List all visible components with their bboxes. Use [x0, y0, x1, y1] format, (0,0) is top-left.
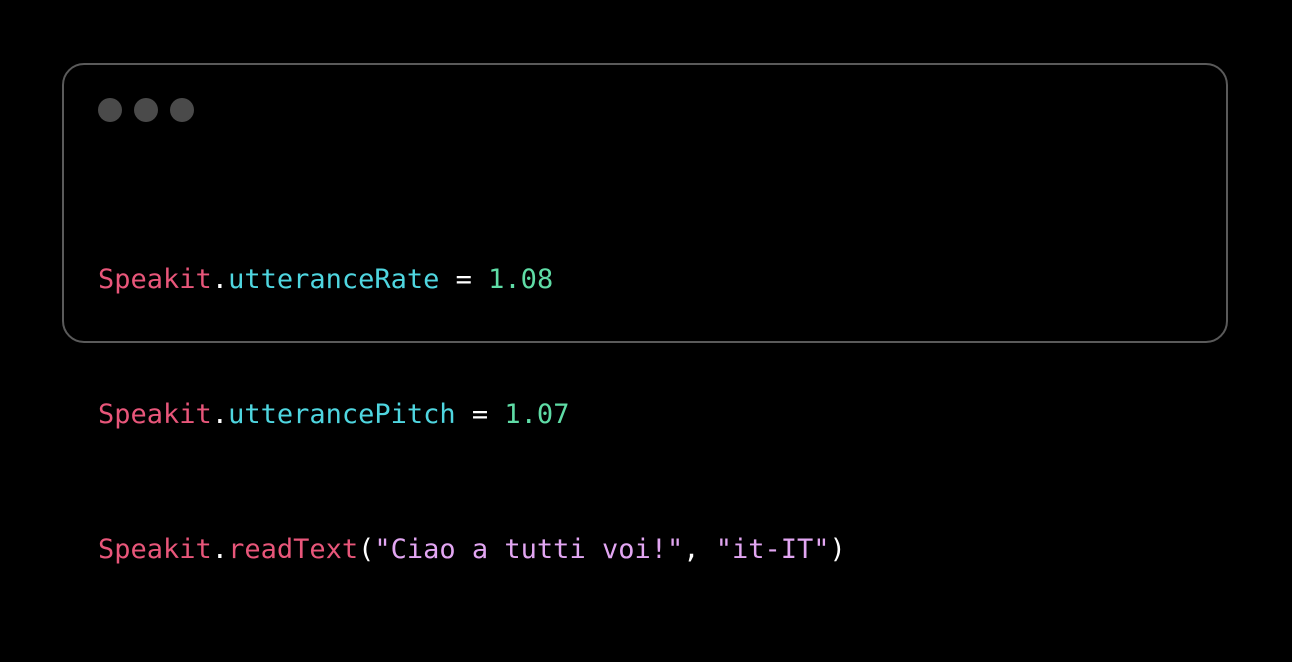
code-paren-open: (: [358, 534, 375, 565]
code-window: Speakit.utteranceRate = 1.08 Speakit.utt…: [62, 63, 1228, 565]
code-member: utterancePitch: [228, 399, 456, 430]
code-dot: .: [211, 399, 229, 430]
code-line-3: Speakit.readText("Ciao a tutti voi!", "i…: [98, 527, 846, 572]
code-block: Speakit.utteranceRate = 1.08 Speakit.utt…: [98, 167, 846, 662]
code-object: Speakit: [98, 264, 212, 295]
zoom-dot-icon[interactable]: [170, 98, 194, 122]
code-paren-close: ): [829, 534, 846, 565]
code-string-arg-2: "it-IT": [715, 534, 830, 565]
code-member: utteranceRate: [228, 264, 440, 295]
code-operator: =: [455, 399, 505, 430]
code-method: readText: [228, 534, 359, 565]
code-dot: .: [211, 264, 229, 295]
code-line-1: Speakit.utteranceRate = 1.08: [98, 257, 846, 302]
code-object: Speakit: [98, 534, 212, 565]
code-dot: .: [211, 534, 229, 565]
code-operator: =: [439, 264, 489, 295]
code-line-2: Speakit.utterancePitch = 1.07: [98, 392, 846, 437]
code-number: 1.08: [488, 264, 554, 295]
code-object: Speakit: [98, 399, 212, 430]
window-controls: [98, 98, 194, 122]
code-string-arg-1: "Ciao a tutti voi!": [374, 534, 684, 565]
close-dot-icon[interactable]: [98, 98, 122, 122]
code-number: 1.07: [504, 399, 570, 430]
minimize-dot-icon[interactable]: [134, 98, 158, 122]
code-separator: ,: [683, 534, 716, 565]
